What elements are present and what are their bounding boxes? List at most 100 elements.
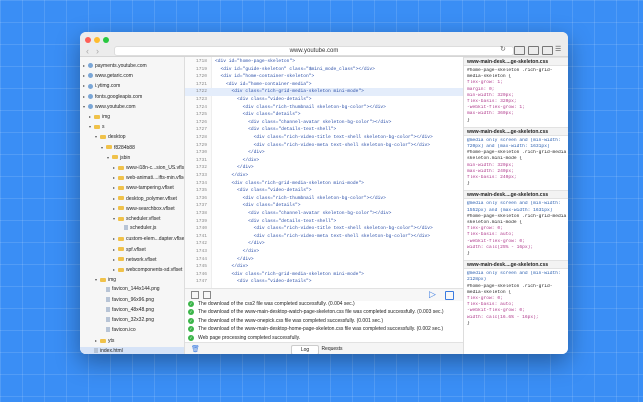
sidebar-tree-item[interactable]: ▾ img	[80, 275, 184, 284]
sidebar-tree-item[interactable]: ▸ i.ytimg.com	[80, 81, 184, 90]
folder-icon	[100, 339, 106, 344]
sidebar-item-label: img	[108, 277, 117, 284]
sidebar-tree-item[interactable]: ▾ s	[80, 122, 184, 131]
sidebar-tree-item[interactable]: ▸ www-tampering.vflset	[80, 183, 184, 192]
file-icon	[106, 296, 110, 302]
css-rule-line: media-skeleton {	[467, 74, 512, 80]
site-icon	[88, 93, 93, 99]
sidebar-toggle-icon[interactable]	[514, 46, 525, 55]
url-bar[interactable]: www.youtube.com	[114, 46, 514, 56]
sidebar-tree-item[interactable]: ▸ payments.youtube.com	[80, 61, 184, 70]
sidebar-tree-item[interactable]: ▸ www.getaric.com	[80, 71, 184, 80]
tab-requests[interactable]: Requests	[317, 345, 347, 353]
success-check-icon: ✓	[188, 334, 194, 341]
sidebar-tree-item[interactable]: ▸ fonts.googleapis.com	[80, 92, 184, 101]
folder-icon	[118, 237, 124, 242]
css-rule-line: -webkit-flex-grow: 0;	[467, 238, 525, 244]
folder-icon	[118, 216, 124, 221]
file-tree-sidebar: ▸ payments.youtube.com ▸ www.getaric.com ▸ i.…	[80, 57, 185, 354]
folder-icon	[118, 257, 124, 262]
file-icon	[106, 317, 110, 323]
css-rule-line: width: calc(16.6% - 16px);	[467, 314, 539, 320]
folder-icon	[100, 277, 106, 282]
css-rule-line: flex-basis: 240px;	[467, 175, 517, 180]
sidebar-item-label: web-animati....ifts-min.vflset	[126, 175, 185, 182]
folder-icon	[106, 145, 112, 150]
play-icon[interactable]: ▷	[429, 289, 436, 300]
file-icon	[106, 327, 110, 333]
sidebar-tree-item[interactable]: index.html	[80, 346, 184, 354]
folder-icon	[118, 206, 124, 211]
css-source-header[interactable]: www-main-desk....ge-skeleton.css	[464, 126, 568, 136]
sidebar-tree-item[interactable]: ▸ www-searchbox.vflset	[80, 204, 184, 213]
sidebar-tree-item[interactable]: ▾ www.youtube.com	[80, 102, 184, 111]
css-rule-line: flex-basis: auto;	[467, 232, 514, 238]
sidebar-tree-item[interactable]: ▸ network.vflset	[80, 255, 184, 264]
sidebar-tree-item[interactable]: favicon_96x96.png	[80, 296, 184, 305]
css-rule-line: min-width: 320px;	[467, 162, 514, 168]
copy-icon[interactable]	[445, 291, 454, 300]
sidebar-tree-item[interactable]: ▸ yts	[80, 336, 184, 345]
css-rule-line: @media only screen and (min-width:	[467, 201, 561, 207]
site-icon	[88, 83, 93, 89]
css-source-header[interactable]: www-main-desk....ge-skeleton.css	[464, 260, 568, 270]
site-icon	[88, 73, 93, 79]
css-source-header[interactable]: www-main-desk....ge-skeleton.css	[464, 57, 568, 66]
sidebar-tree-item[interactable]: favicon_32x32.png	[80, 316, 184, 325]
css-rule-line: flex-grow: 0;	[467, 296, 503, 301]
code-line: 1747 <div class="video-details">	[185, 278, 463, 286]
css-rule-line: #home-page-skeleton .rich-grid-	[467, 68, 553, 73]
back-arrow-icon[interactable]: ‹	[86, 46, 89, 56]
css-rule-line: skeleton.mini-mode {	[467, 156, 523, 162]
sidebar-tree-item[interactable]: ▾ f8284b88	[80, 143, 184, 152]
css-rule-line: }	[467, 117, 470, 123]
css-rule-line: min-width: 320px;	[467, 92, 514, 98]
css-source-header[interactable]: www-main-desk....ge-skeleton.css	[464, 190, 568, 200]
sidebar-tree-item[interactable]: ▾ desktop	[80, 132, 184, 141]
sidebar-item-label: fonts.googleapis.com	[95, 93, 143, 100]
sidebar-tree-item[interactable]: ▸ desktop_polymer.vflset	[80, 194, 184, 203]
sidebar-item-label: www.youtube.com	[95, 103, 136, 110]
settings-sliders-icon[interactable]: ☰	[555, 45, 561, 53]
sidebar-tree-item[interactable]: ▸ www-i18n-c...sion_US.vflset	[80, 163, 184, 172]
trash-icon[interactable]: 🗑	[191, 345, 200, 353]
sidebar-tree-item[interactable]: scheduler.js	[80, 224, 184, 233]
sidebar-tree-item[interactable]: ▸ webcomponents-sd.vflset	[80, 265, 184, 274]
sidebar-tree-item[interactable]: ▾ jsbin	[80, 153, 184, 162]
sidebar-tree-item[interactable]: favicon.ico	[80, 326, 184, 335]
css-rule-line: }	[467, 320, 470, 326]
log-panel: ✓ The download of the css2 file was compl…	[185, 300, 463, 342]
sidebar-item-label: www.getaric.com	[95, 73, 133, 80]
css-rule-line: @media only screen and (min-width:	[467, 271, 561, 277]
close-button[interactable]	[85, 37, 91, 43]
forward-arrow-icon[interactable]: ›	[96, 46, 99, 56]
sidebar-tree-item[interactable]: ▸ img	[80, 112, 184, 121]
css-rule-line: #home-page-skeleton .rich-grid-	[467, 283, 553, 289]
bottom-panel-toggle-icon[interactable]	[528, 46, 539, 55]
tab-log[interactable]: Log	[291, 345, 319, 354]
sidebar-tree-item[interactable]: ▸ spf.vflset	[80, 245, 184, 254]
sidebar-tree-item[interactable]: favicon_144x144.png	[80, 285, 184, 294]
zoom-button[interactable]	[103, 37, 109, 43]
right-panel-toggle-icon[interactable]	[542, 46, 553, 55]
minimize-button[interactable]	[94, 37, 100, 43]
sidebar-tree-item[interactable]: ▸ custom-elem...dapter.vflset	[80, 234, 184, 243]
css-rule-line: }	[467, 251, 470, 256]
file-icon	[94, 347, 98, 353]
format-toggle-icon[interactable]	[203, 291, 211, 299]
reload-icon[interactable]: ↻	[500, 45, 506, 53]
css-rule-line: flex-grow: 0;	[467, 226, 503, 232]
code-editor[interactable]: 1718 <div id="home-page-skeleton"> 1719 <d…	[185, 57, 463, 288]
css-rule-line: width: calc(25% - 16px);	[467, 244, 534, 250]
sidebar-item-label: payments.youtube.com	[95, 63, 147, 69]
css-rule-line: media-skeleton {	[467, 289, 512, 295]
folder-icon	[94, 124, 100, 129]
sidebar-tree-item[interactable]: favicon_48x48.png	[80, 306, 184, 315]
sidebar-tree-item[interactable]: ▾ scheduler.vflset	[80, 214, 184, 223]
sidebar-item-label: favicon_96x96.png	[112, 296, 154, 303]
sidebar-tree-item[interactable]: ▸ web-animati....ifts-min.vflset	[80, 173, 185, 182]
file-icon	[124, 225, 128, 231]
wrap-toggle-icon[interactable]	[191, 291, 199, 299]
folder-icon	[100, 135, 106, 140]
folder-icon	[118, 196, 124, 201]
